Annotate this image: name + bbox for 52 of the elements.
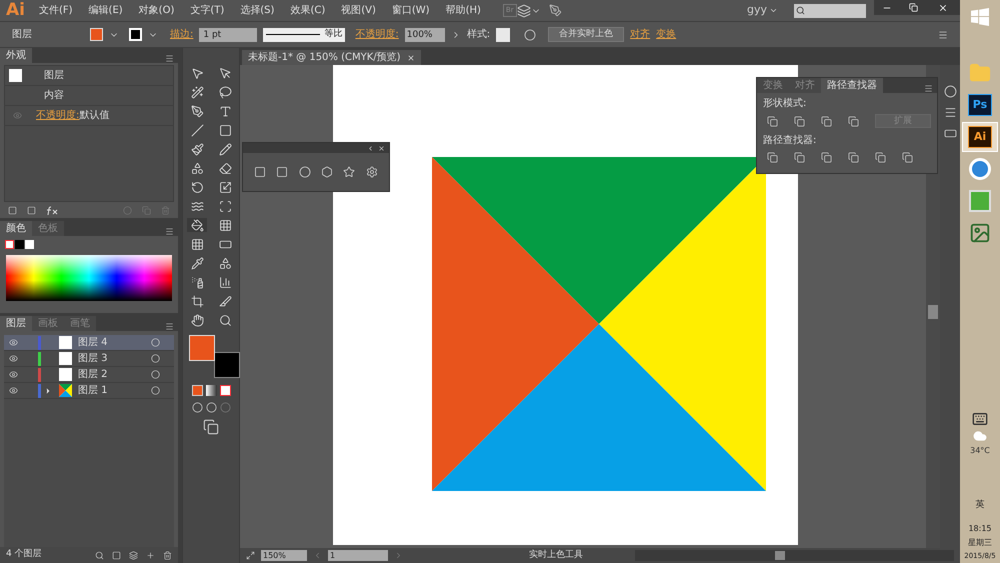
panel-tab[interactable]: 外观 bbox=[0, 48, 32, 63]
opacity-link[interactable]: 不透明度: bbox=[355, 27, 399, 42]
layer-name: 图层 4 bbox=[78, 336, 109, 350]
panel-tab[interactable]: 图层 bbox=[0, 316, 32, 331]
content-row[interactable]: 内容 bbox=[44, 88, 64, 103]
menu-item[interactable]: 效果(C) bbox=[290, 3, 326, 18]
pathfinders-label: 路径查找器: bbox=[763, 134, 818, 148]
menu-item[interactable]: 对象(O) bbox=[138, 3, 174, 18]
appearance-title: 图层 bbox=[44, 69, 64, 83]
layer-row[interactable]: 图层 2 bbox=[4, 367, 174, 383]
taskbar-button[interactable]: Ps bbox=[962, 90, 998, 120]
merge-button[interactable]: 合并实时上色 bbox=[548, 27, 624, 42]
menu-item[interactable]: 帮助(H) bbox=[446, 3, 481, 18]
stroke-link[interactable]: 描边: bbox=[170, 27, 194, 42]
align-link[interactable]: 对齐 bbox=[630, 27, 650, 42]
temperature: 34°C bbox=[970, 445, 990, 457]
opacity-value: 默认值 bbox=[79, 109, 110, 123]
panel-tab[interactable]: 路径查找器 bbox=[821, 78, 883, 93]
menu-item[interactable]: 文字(T) bbox=[190, 3, 224, 18]
current-tool: 实时上色工具 bbox=[529, 548, 584, 562]
zoom-field[interactable]: 150% bbox=[261, 550, 307, 561]
layer-name: 图层 2 bbox=[78, 368, 109, 382]
shape-modes-label: 形状模式: bbox=[763, 96, 808, 111]
stroke-weight-field[interactable]: 1 pt bbox=[199, 28, 258, 42]
profile-dropdown[interactable]: 等比 bbox=[263, 28, 346, 42]
menu-item[interactable]: 选择(S) bbox=[240, 3, 274, 18]
panel-tab[interactable]: 颜色 bbox=[0, 221, 32, 236]
clock-weekday: 星期三 bbox=[968, 536, 992, 548]
opacity-link[interactable]: 不透明度: bbox=[36, 108, 80, 123]
style-label: 样式: bbox=[466, 28, 490, 42]
clock-time: 18:15 bbox=[968, 522, 992, 534]
layer-row[interactable]: 图层 1 bbox=[4, 383, 174, 399]
layer-row[interactable]: 图层 3 bbox=[4, 351, 174, 367]
app-logo: Ai bbox=[6, 2, 25, 19]
layer-row[interactable]: 图层 4 bbox=[4, 335, 174, 351]
menu-item[interactable]: 编辑(E) bbox=[88, 3, 123, 18]
document-tab[interactable]: 未标题-1* @ 150% (CMYK/预览) bbox=[242, 50, 421, 65]
selection-label: 图层 bbox=[12, 28, 33, 42]
artboard-field[interactable]: 1 bbox=[328, 550, 388, 561]
opacity-field[interactable]: 100% bbox=[404, 28, 445, 42]
taskbar-button[interactable]: Ai bbox=[962, 122, 998, 152]
user-menu[interactable]: gyy bbox=[746, 2, 767, 19]
transform-link[interactable]: 变换 bbox=[656, 27, 676, 42]
menu-item[interactable]: 文件(F) bbox=[38, 3, 73, 18]
menu-item[interactable]: 视图(V) bbox=[341, 3, 376, 18]
photoshop-icon[interactable]: Ps bbox=[968, 94, 992, 116]
menu-item[interactable]: 窗口(W) bbox=[392, 3, 430, 18]
ime-indicator[interactable]: 英 bbox=[976, 499, 984, 512]
layer-name: 图层 1 bbox=[78, 384, 109, 398]
layer-count: 4 个图层 bbox=[6, 548, 43, 562]
layer-name: 图层 3 bbox=[78, 352, 109, 366]
illustrator-icon[interactable]: Ai bbox=[968, 126, 992, 148]
